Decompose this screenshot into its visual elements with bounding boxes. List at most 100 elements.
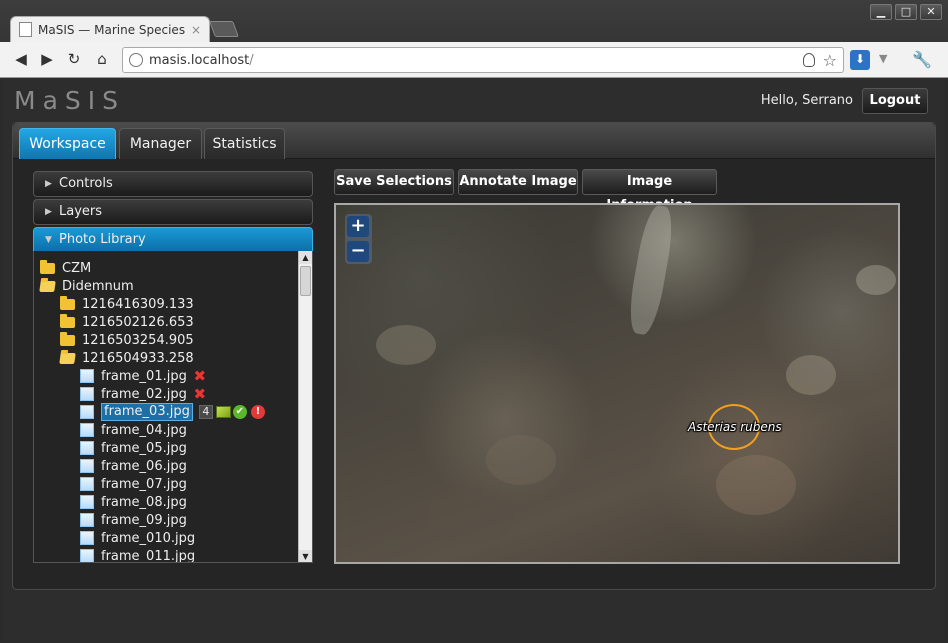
tree-node-file[interactable]: frame_01.jpg ✖ <box>80 367 207 385</box>
tree-node-file[interactable]: frame_05.jpg <box>80 439 187 457</box>
tree-node-file[interactable]: frame_04.jpg <box>80 421 187 439</box>
lightbulb-icon[interactable] <box>802 53 815 67</box>
tree-node-file[interactable]: frame_08.jpg <box>80 493 187 511</box>
browser-tab-strip: MaSIS — Marine Species × ▁ □ ✕ <box>0 0 948 42</box>
url-text[interactable]: masis.localhost/ <box>149 53 803 68</box>
zoom-control: + − <box>345 214 372 264</box>
image-viewer[interactable]: + − Asterias rubens <box>334 203 900 564</box>
warning-icon[interactable]: ! <box>250 405 265 419</box>
image-file-icon <box>80 531 94 545</box>
image-file-icon <box>80 441 94 455</box>
accordion-photo-library-label: Photo Library <box>59 232 146 247</box>
browser-tab-title: MaSIS — Marine Species <box>38 22 186 37</box>
tree-node-label: frame_08.jpg <box>101 494 187 510</box>
accordion-controls-label: Controls <box>59 176 113 191</box>
tree-node-file[interactable]: frame_06.jpg <box>80 457 187 475</box>
download-icon[interactable]: ⬇ <box>850 50 870 70</box>
tree-node-folder[interactable]: 1216416309.133 <box>60 295 194 313</box>
page-favicon-icon <box>19 22 32 37</box>
reject-x-icon[interactable]: ✖ <box>193 387 207 402</box>
package-icon[interactable] <box>215 406 231 418</box>
back-icon[interactable]: ◀ <box>11 50 31 68</box>
address-bar[interactable]: masis.localhost/ ☆ <box>122 47 844 73</box>
tree-node-file[interactable]: frame_011.jpg <box>80 547 196 563</box>
save-selections-button[interactable]: Save Selections <box>334 169 454 195</box>
accordion-photo-library[interactable]: ▼ Photo Library <box>33 227 313 253</box>
tree-node-file-selected[interactable]: frame_03.jpg 4 ✔ ! <box>80 403 265 421</box>
folder-icon <box>60 313 75 328</box>
image-file-icon <box>80 549 94 562</box>
seabed-rock <box>716 455 796 515</box>
scroll-up-icon[interactable]: ▲ <box>299 251 312 264</box>
forward-icon[interactable]: ▶ <box>37 50 57 68</box>
seabed-rock <box>786 355 836 395</box>
globe-icon <box>129 53 143 67</box>
annotation-count-badge: 4 <box>198 405 213 419</box>
tab-workspace[interactable]: Workspace <box>19 128 116 159</box>
tree-node-folder[interactable]: 1216502126.653 <box>60 313 194 331</box>
folder-icon <box>60 295 75 310</box>
folder-icon <box>40 259 55 274</box>
folder-open-icon <box>59 352 76 364</box>
url-path: / <box>249 52 254 68</box>
window-close-icon[interactable]: ✕ <box>920 4 942 20</box>
tree-node-label: CZM <box>62 260 92 276</box>
tree-node-folder[interactable]: CZM <box>40 259 91 277</box>
tree-node-label: frame_02.jpg <box>101 386 187 402</box>
bookmark-star-icon[interactable]: ☆ <box>823 51 837 70</box>
main-tabs: Workspace Manager Statistics <box>13 123 935 159</box>
tree-node-file[interactable]: frame_07.jpg <box>80 475 187 493</box>
tree-node-label: 1216503254.905 <box>82 332 194 348</box>
tree-node-label: Didemnum <box>62 278 134 294</box>
zoom-out-button[interactable]: − <box>347 241 369 262</box>
tree-node-label: frame_011.jpg <box>101 548 196 563</box>
image-information-button[interactable]: Image Information <box>582 169 717 213</box>
tree-node-label: 1216416309.133 <box>82 296 194 312</box>
reject-x-icon[interactable]: ✖ <box>193 369 207 384</box>
scroll-down-icon[interactable]: ▼ <box>299 550 312 562</box>
url-host: masis.localhost <box>149 52 250 68</box>
image-file-icon <box>80 477 94 491</box>
workspace-panel: Workspace Manager Statistics ▶ Controls … <box>12 122 936 590</box>
annotate-image-button[interactable]: Annotate Image <box>458 169 578 195</box>
accordion-layers[interactable]: ▶ Layers <box>33 199 313 225</box>
check-icon[interactable]: ✔ <box>232 405 247 419</box>
tree-node-file[interactable]: frame_02.jpg ✖ <box>80 385 207 403</box>
wrench-icon[interactable]: 🔧 <box>912 50 932 69</box>
tree-node-file[interactable]: frame_09.jpg <box>80 511 187 529</box>
tree-node-label: 1216504933.258 <box>82 350 194 366</box>
tree-node-folder[interactable]: 1216503254.905 <box>60 331 194 349</box>
maximize-icon[interactable]: □ <box>895 4 917 20</box>
seabed-rock <box>856 265 896 295</box>
tree-node-folder[interactable]: Didemnum <box>39 277 134 295</box>
browser-tab[interactable]: MaSIS — Marine Species × <box>10 16 210 42</box>
tree-node-label: frame_04.jpg <box>101 422 187 438</box>
caret-right-icon: ▶ <box>45 207 52 217</box>
tab-close-icon[interactable]: × <box>191 23 201 37</box>
seabed-rock <box>624 205 678 337</box>
tree-node-folder[interactable]: 1216504933.258 <box>59 349 194 367</box>
minimize-icon[interactable]: ▁ <box>870 4 892 20</box>
image-file-icon <box>80 405 94 419</box>
tab-manager[interactable]: Manager <box>119 128 202 159</box>
tree-scrollbar[interactable]: ▲ ▼ <box>298 251 312 562</box>
image-file-icon <box>80 423 94 437</box>
folder-open-icon <box>39 280 56 292</box>
logout-button[interactable]: Logout <box>862 88 928 114</box>
photo-library-tree: CZM Didemnum 1216416309.133 1216502126.6… <box>33 251 313 563</box>
scrollbar-thumb[interactable] <box>300 266 311 296</box>
tree-node-label: frame_01.jpg <box>101 368 187 384</box>
caret-right-icon: ▶ <box>45 179 52 189</box>
zoom-in-button[interactable]: + <box>347 216 369 237</box>
accordion-controls[interactable]: ▶ Controls <box>33 171 313 197</box>
chevron-down-icon[interactable]: ▼ <box>879 52 887 65</box>
seabed-rock <box>486 435 556 485</box>
tree-node-file[interactable]: frame_010.jpg <box>80 529 195 547</box>
seabed-rock <box>426 485 516 545</box>
reload-icon[interactable]: ↻ <box>64 50 84 68</box>
browser-chrome: MaSIS — Marine Species × ▁ □ ✕ ◀ ▶ ↻ ⌂ m… <box>0 0 948 80</box>
tree-node-label: frame_09.jpg <box>101 512 187 528</box>
tab-statistics[interactable]: Statistics <box>204 128 285 159</box>
new-tab-button[interactable] <box>209 21 239 37</box>
home-icon[interactable]: ⌂ <box>92 50 112 68</box>
